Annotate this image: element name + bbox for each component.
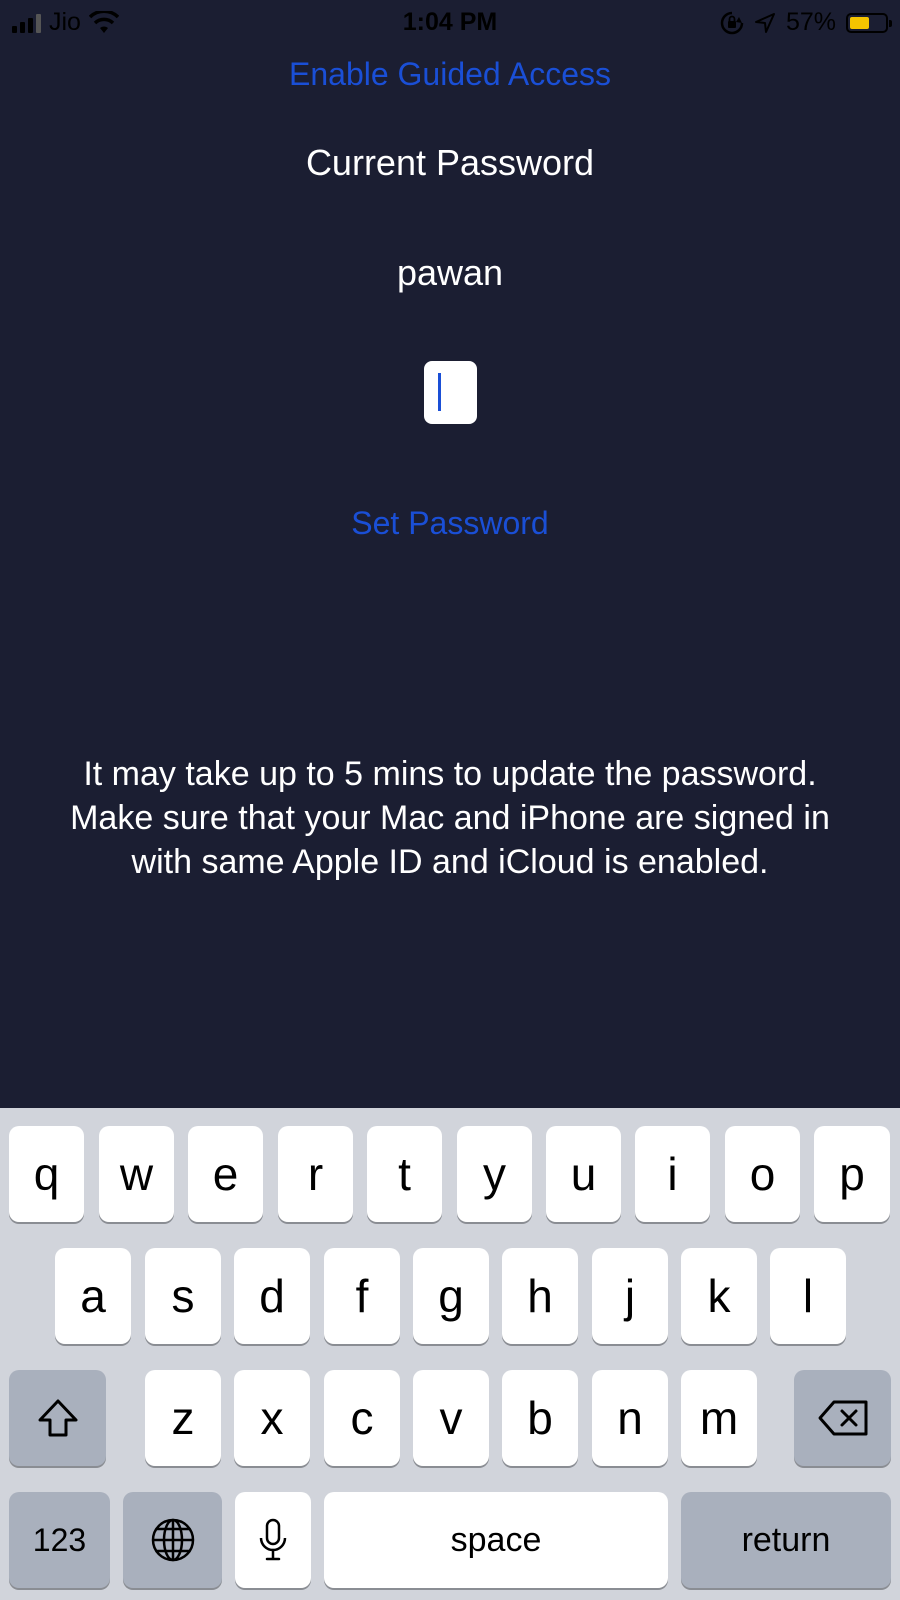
key-f[interactable]: f <box>324 1248 400 1344</box>
shift-icon <box>38 1399 77 1437</box>
password-input[interactable] <box>424 361 477 424</box>
location-arrow-icon <box>754 12 775 33</box>
key-y[interactable]: y <box>457 1126 532 1222</box>
microphone-icon <box>259 1518 287 1561</box>
microphone-key[interactable] <box>235 1492 311 1588</box>
rotation-lock-icon <box>720 11 744 34</box>
key-i[interactable]: i <box>635 1126 710 1222</box>
enable-guided-access-link[interactable]: Enable Guided Access <box>0 56 900 93</box>
text-caret <box>438 373 441 411</box>
key-t[interactable]: t <box>367 1126 442 1222</box>
status-bar: Jio 1:04 PM 57% <box>0 0 900 44</box>
key-s[interactable]: s <box>145 1248 221 1344</box>
globe-icon <box>151 1518 194 1562</box>
key-x[interactable]: x <box>234 1370 310 1466</box>
key-b[interactable]: b <box>502 1370 578 1466</box>
battery-icon <box>846 12 892 33</box>
globe-key[interactable] <box>123 1492 222 1588</box>
key-j[interactable]: j <box>592 1248 668 1344</box>
key-w[interactable]: w <box>99 1126 174 1222</box>
key-h[interactable]: h <box>502 1248 578 1344</box>
current-password-value: pawan <box>396 252 504 293</box>
battery-fill <box>850 16 870 29</box>
numbers-key[interactable]: 123 <box>9 1492 110 1588</box>
info-text: It may take up to 5 mins to update the p… <box>0 752 900 884</box>
key-g[interactable]: g <box>413 1248 489 1344</box>
key-d[interactable]: d <box>234 1248 310 1344</box>
key-a[interactable]: a <box>55 1248 131 1344</box>
current-password-heading: Current Password <box>305 142 595 183</box>
set-password-button[interactable]: Set Password <box>0 505 900 542</box>
info-line: Make sure that your Mac and iPhone are s… <box>70 799 830 837</box>
battery-percent: 57% <box>785 8 836 36</box>
key-q[interactable]: q <box>9 1126 84 1222</box>
space-key[interactable]: space <box>324 1492 668 1588</box>
shift-key[interactable] <box>9 1370 106 1466</box>
status-bar-right: 57% <box>720 8 892 37</box>
key-o[interactable]: o <box>725 1126 800 1222</box>
key-p[interactable]: p <box>814 1126 890 1222</box>
key-v[interactable]: v <box>413 1370 489 1466</box>
key-l[interactable]: l <box>770 1248 846 1344</box>
delete-icon <box>818 1400 867 1436</box>
keyboard: q w e r t y u i o p a s d f g h j k l z … <box>0 1108 900 1600</box>
key-c[interactable]: c <box>324 1370 400 1466</box>
key-r[interactable]: r <box>278 1126 353 1222</box>
key-e[interactable]: e <box>188 1126 263 1222</box>
key-n[interactable]: n <box>592 1370 668 1466</box>
delete-key[interactable] <box>794 1370 891 1466</box>
key-m[interactable]: m <box>681 1370 757 1466</box>
key-k[interactable]: k <box>681 1248 757 1344</box>
key-u[interactable]: u <box>546 1126 621 1222</box>
key-z[interactable]: z <box>145 1370 221 1466</box>
info-line: It may take up to 5 mins to update the p… <box>83 755 817 793</box>
info-line: with same Apple ID and iCloud is enabled… <box>131 843 769 881</box>
return-key[interactable]: return <box>681 1492 891 1588</box>
